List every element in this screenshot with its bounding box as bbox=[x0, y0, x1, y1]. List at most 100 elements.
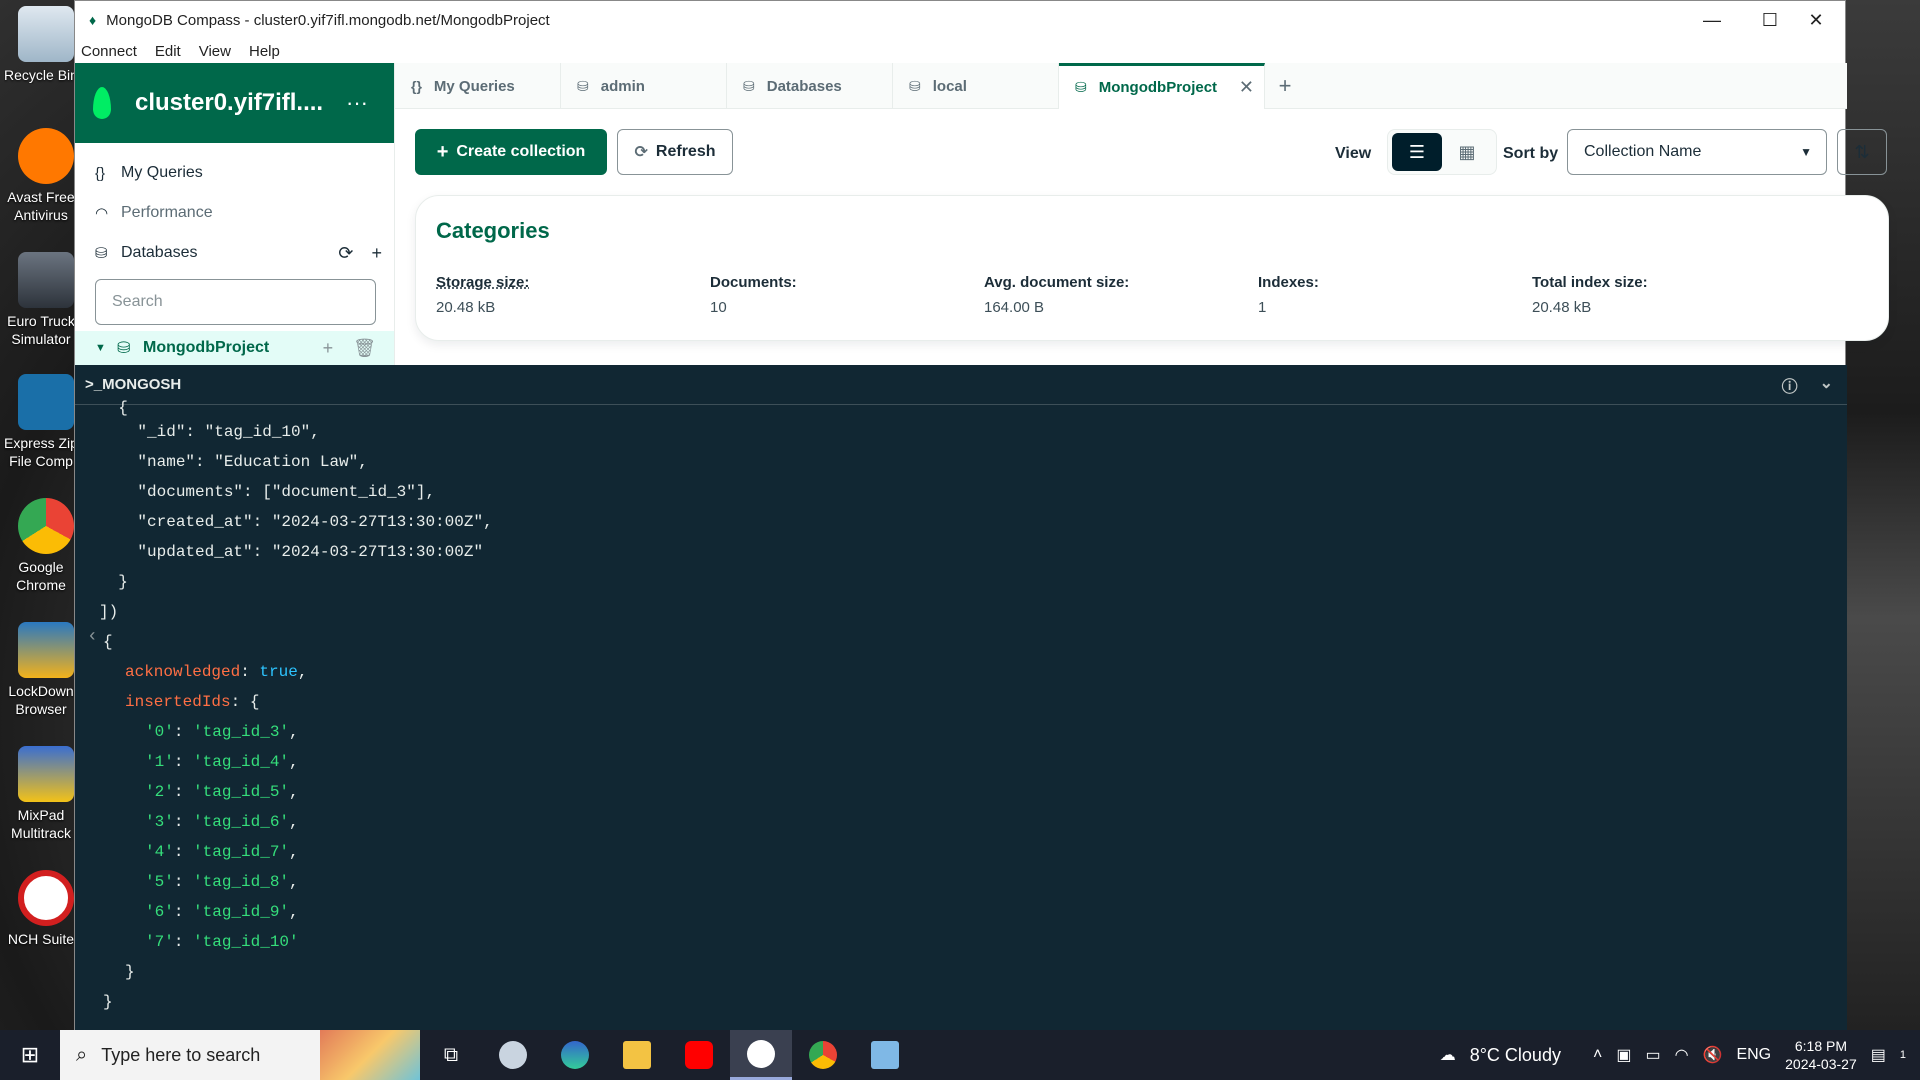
app-paint-icon[interactable] bbox=[482, 1030, 544, 1080]
recycle-bin-icon bbox=[18, 6, 74, 62]
tab-my-queries[interactable]: {} My Queries bbox=[395, 63, 561, 109]
sidebar-item-databases[interactable]: ⛁ Databases ⟳ + bbox=[75, 233, 394, 273]
id-value: 'tag_id_10' bbox=[193, 933, 299, 951]
wifi-icon[interactable]: ◠ bbox=[1675, 1045, 1689, 1065]
search-highlight-image[interactable] bbox=[320, 1030, 420, 1080]
gauge-icon: ◠ bbox=[95, 205, 109, 222]
refresh-databases-icon[interactable]: ⟳ bbox=[338, 243, 353, 264]
info-icon[interactable]: ⓘ bbox=[1782, 373, 1798, 397]
desktop-icon-label: File Comp bbox=[9, 453, 73, 469]
acknowledged-value: true bbox=[259, 663, 298, 681]
stat-value: 20.48 kB bbox=[436, 299, 496, 316]
stat-key: Avg. document size: bbox=[984, 274, 1130, 291]
sort-direction-icon[interactable]: ⇅ bbox=[1837, 129, 1887, 175]
inserted-id-row: '6': 'tag_id_9', bbox=[145, 903, 299, 921]
id-key: '7' bbox=[145, 933, 174, 951]
sidebar-item-label: Performance bbox=[121, 204, 213, 221]
edge-icon[interactable] bbox=[544, 1030, 606, 1080]
file-explorer-icon[interactable] bbox=[606, 1030, 668, 1080]
add-database-icon[interactable]: + bbox=[371, 243, 382, 264]
sidebar-item-performance[interactable]: ◠ Performance bbox=[75, 193, 394, 233]
weather-text[interactable]: 8°C Cloudy bbox=[1470, 1045, 1561, 1066]
sort-by-label: Sort by bbox=[1503, 145, 1559, 162]
sidebar-db-mongodbproject[interactable]: ▼ ⛁ MongodbProject + 🗑 bbox=[75, 331, 394, 365]
refresh-button[interactable]: ⟳ Refresh bbox=[617, 129, 733, 175]
id-value: 'tag_id_4' bbox=[193, 753, 290, 771]
youtube-icon[interactable] bbox=[668, 1030, 730, 1080]
add-collection-icon[interactable]: + bbox=[323, 338, 334, 359]
windows-start-icon[interactable]: ⊞ bbox=[0, 1030, 60, 1080]
acknowledged-key: acknowledged bbox=[125, 663, 241, 681]
shell-line: "created_at": "2024-03-27T13:30:00Z", bbox=[99, 513, 493, 531]
mongosh-panel[interactable]: >_MONGOSH ⓘ ⌄ { "_id": "tag_id_10", "nam… bbox=[75, 365, 1847, 1031]
id-key: '1' bbox=[145, 753, 174, 771]
caret-down-icon[interactable]: ▼ bbox=[95, 342, 117, 354]
curly-braces-icon: {} bbox=[411, 78, 422, 94]
clock[interactable]: 6:18 PM 2024-03-27 bbox=[1785, 1037, 1857, 1073]
shell-line: "updated_at": "2024-03-27T13:30:00Z" bbox=[99, 543, 484, 561]
task-view-icon[interactable]: ⧉ bbox=[420, 1030, 482, 1080]
mongodb-leaf-icon: ♦ bbox=[89, 12, 97, 28]
tab-mongodbproject[interactable]: ⛁ MongodbProject ✕ bbox=[1059, 63, 1265, 109]
mongodb-compass-taskbar-icon[interactable] bbox=[730, 1030, 792, 1080]
language-indicator[interactable]: ENG bbox=[1736, 1046, 1771, 1064]
cluster-name[interactable]: cluster0.yif7ifl.... bbox=[135, 89, 346, 117]
sidebar-item-my-queries[interactable]: {} My Queries bbox=[75, 153, 394, 193]
chrome-icon bbox=[18, 498, 74, 554]
search-icon: ⌕ bbox=[76, 1043, 88, 1066]
refresh-icon: ⟳ bbox=[634, 144, 648, 161]
chrome-taskbar-icon[interactable] bbox=[792, 1030, 854, 1080]
notifications-icon[interactable]: ▤ bbox=[1871, 1045, 1886, 1065]
database-icon: ⛁ bbox=[909, 77, 921, 94]
battery-icon[interactable]: ▭ bbox=[1645, 1045, 1660, 1065]
grid-view-icon[interactable]: ▦ bbox=[1442, 133, 1492, 171]
collection-card[interactable]: Categories Storage size: 20.48 kB Docume… bbox=[415, 195, 1889, 341]
collection-title[interactable]: Categories bbox=[436, 218, 550, 244]
tab-databases[interactable]: ⛁ Databases bbox=[727, 63, 893, 109]
create-collection-button[interactable]: + Create collection bbox=[415, 129, 607, 175]
stat-value: 20.48 kB bbox=[1532, 299, 1592, 316]
trash-icon[interactable]: 🗑 bbox=[353, 338, 376, 359]
title-bar: ♦ MongoDB Compass - cluster0.yif7ifl.mon… bbox=[75, 1, 1845, 39]
stat-documents: Documents: 10 bbox=[710, 274, 797, 316]
desktop-icon-label: Chrome bbox=[16, 577, 66, 593]
sidebar-item-label: Databases bbox=[121, 244, 198, 261]
mongosh-title: >_MONGOSH bbox=[85, 376, 182, 393]
close-window-icon[interactable]: ✕ bbox=[1787, 1, 1845, 39]
meet-now-icon[interactable]: ▣ bbox=[1616, 1045, 1631, 1065]
close-tab-icon[interactable]: ✕ bbox=[1239, 77, 1254, 98]
tab-label: MongodbProject bbox=[1098, 79, 1218, 96]
taskbar-search-input[interactable]: ⌕ Type here to search bbox=[60, 1030, 320, 1080]
list-view-icon[interactable]: ☰ bbox=[1392, 133, 1442, 171]
menu-bar: Connect Edit View Help bbox=[75, 39, 1845, 63]
tab-admin[interactable]: ⛁ admin bbox=[561, 63, 727, 109]
database-icon: ⛁ bbox=[95, 245, 108, 262]
volume-muted-icon[interactable]: 🔇 bbox=[1703, 1045, 1723, 1065]
desktop-icon-label: Browser bbox=[15, 701, 67, 717]
minimize-icon[interactable]: — bbox=[1683, 1, 1741, 39]
express-zip-icon bbox=[18, 374, 74, 430]
menu-help[interactable]: Help bbox=[249, 43, 280, 60]
menu-view[interactable]: View bbox=[199, 43, 231, 60]
database-icon: ⛁ bbox=[577, 77, 589, 94]
menu-connect[interactable]: Connect bbox=[81, 43, 137, 60]
inserted-id-row: '4': 'tag_id_7', bbox=[145, 843, 299, 861]
chevron-up-icon[interactable]: ˄ bbox=[1593, 1046, 1602, 1064]
collapse-icon[interactable]: ⌄ bbox=[1820, 373, 1833, 397]
new-tab-icon[interactable]: + bbox=[1265, 63, 1305, 108]
sidebar-search-input[interactable]: Search bbox=[95, 279, 376, 325]
desktop-icon-label: Simulator bbox=[11, 331, 71, 347]
chevron-down-icon: ▼ bbox=[1800, 145, 1812, 159]
menu-edit[interactable]: Edit bbox=[155, 43, 181, 60]
stat-indexes: Indexes: 1 bbox=[1258, 274, 1319, 316]
more-options-icon[interactable]: ··· bbox=[346, 90, 368, 116]
tab-local[interactable]: ⛁ local bbox=[893, 63, 1059, 109]
shell-line: { bbox=[103, 633, 113, 651]
sort-by-select[interactable]: Collection Name ▼ bbox=[1567, 129, 1827, 175]
desktop-icon-label: MixPad bbox=[17, 807, 65, 823]
stat-storage-size: Storage size: 20.48 kB bbox=[436, 274, 529, 316]
curly-braces-icon: {} bbox=[95, 164, 106, 182]
database-icon: ⛁ bbox=[1075, 79, 1087, 95]
notepad-icon[interactable] bbox=[854, 1030, 916, 1080]
stat-key: Total index size: bbox=[1532, 274, 1648, 291]
